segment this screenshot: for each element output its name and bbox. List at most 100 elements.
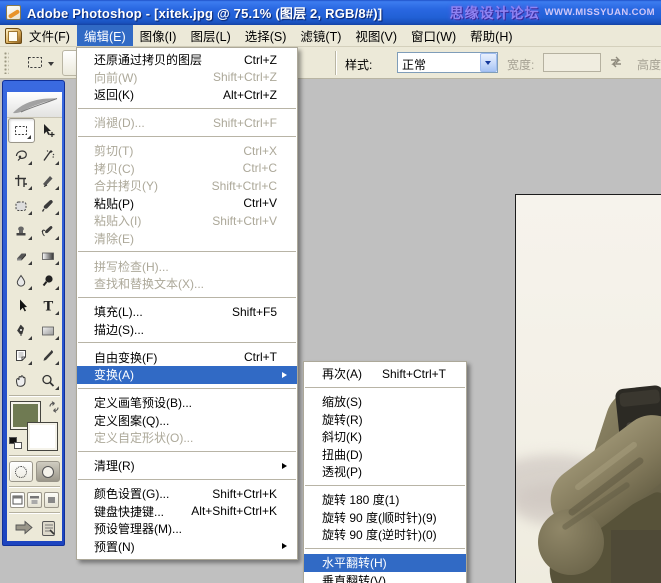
background-color-swatch[interactable] bbox=[27, 422, 58, 451]
menu-item[interactable]: 返回(K) Alt+Ctrl+Z bbox=[77, 86, 297, 104]
menu-bar-item[interactable]: 图像(I) bbox=[133, 25, 184, 46]
submenu-arrow-icon bbox=[277, 354, 291, 360]
style-label: 样式: bbox=[345, 58, 373, 72]
menu-item[interactable]: 定义画笔预设(B)... bbox=[77, 394, 297, 412]
submenu-arrow-icon bbox=[446, 560, 460, 566]
menu-item[interactable]: 清除(E) bbox=[77, 230, 297, 248]
tool-shape[interactable] bbox=[35, 318, 62, 343]
standard-screen-mode-button[interactable] bbox=[10, 492, 25, 508]
tool-blur[interactable] bbox=[8, 268, 35, 293]
default-colors-icon[interactable] bbox=[9, 437, 22, 449]
submenu-arrow-icon bbox=[446, 577, 460, 583]
menu-item[interactable]: 定义自定形状(O)... bbox=[77, 429, 297, 447]
menu-separator bbox=[77, 247, 297, 258]
menu-item[interactable]: 拷贝(C) Ctrl+C bbox=[77, 160, 297, 178]
submenu-arrow-icon bbox=[277, 218, 291, 224]
menu-item[interactable]: 垂直翻转(V) bbox=[304, 572, 466, 583]
menu-item[interactable]: 水平翻转(H) bbox=[304, 554, 466, 572]
menu-item[interactable]: 颜色设置(G)... Shift+Ctrl+K bbox=[77, 485, 297, 503]
menu-item[interactable]: 键盘快捷键... Alt+Shift+Ctrl+K bbox=[77, 503, 297, 521]
submenu-arrow-icon bbox=[446, 514, 460, 520]
tool-clone-stamp[interactable] bbox=[8, 218, 35, 243]
menu-item[interactable]: 再次(A) Shift+Ctrl+T bbox=[304, 365, 466, 383]
tool-rectangular-marquee[interactable] bbox=[7, 118, 35, 143]
style-select[interactable]: 正常 bbox=[397, 52, 498, 73]
menu-bar-item[interactable]: 滤镜(T) bbox=[293, 25, 348, 46]
tool-healing-brush[interactable] bbox=[8, 193, 35, 218]
menu-item[interactable]: 旋转 90 度(顺时针)(9) bbox=[304, 509, 466, 527]
fullscreen-menubar-mode-button[interactable] bbox=[27, 492, 42, 508]
tool-slice[interactable] bbox=[35, 168, 62, 193]
menu-item[interactable]: 透视(P) bbox=[304, 463, 466, 481]
menu-item[interactable]: 定义图案(Q)... bbox=[77, 412, 297, 430]
menu-item[interactable]: 自由变换(F) Ctrl+T bbox=[77, 349, 297, 367]
fullscreen-mode-button[interactable] bbox=[44, 492, 59, 508]
menu-item[interactable]: 旋转(R) bbox=[304, 411, 466, 429]
menu-item[interactable]: 预置(N) bbox=[77, 538, 297, 556]
menu-item[interactable]: 缩放(S) bbox=[304, 393, 466, 411]
swap-colors-icon[interactable] bbox=[47, 400, 61, 414]
tool-history-brush[interactable] bbox=[35, 218, 62, 243]
tool-preset-arrow-icon[interactable] bbox=[48, 62, 54, 66]
tool-crop[interactable] bbox=[8, 168, 35, 193]
submenu-arrow-icon bbox=[277, 200, 291, 206]
menu-item[interactable]: 还原通过拷贝的图层 Ctrl+Z bbox=[77, 51, 297, 69]
submenu-arrow-icon bbox=[446, 416, 460, 422]
standard-mode-button[interactable] bbox=[9, 461, 33, 482]
menu-bar-item[interactable]: 视图(V) bbox=[348, 25, 404, 46]
menu-item[interactable]: 斜切(K) bbox=[304, 428, 466, 446]
tool-pen[interactable] bbox=[8, 318, 35, 343]
menu-item[interactable]: 填充(L)... Shift+F5 bbox=[77, 303, 297, 321]
height-label: 高度 bbox=[637, 58, 661, 72]
tool-lasso[interactable] bbox=[8, 143, 35, 168]
menu-item[interactable]: 粘贴入(I) Shift+Ctrl+V bbox=[77, 212, 297, 230]
tool-zoom[interactable] bbox=[35, 368, 62, 393]
tool-notes[interactable] bbox=[8, 343, 35, 368]
tool-gradient[interactable] bbox=[35, 243, 62, 268]
menu-bar-item[interactable]: 图层(L) bbox=[183, 25, 237, 46]
tool-type[interactable]: T bbox=[35, 293, 62, 318]
submenu-arrow-icon bbox=[277, 371, 291, 378]
active-tool-button[interactable] bbox=[24, 52, 46, 74]
menu-separator bbox=[77, 338, 297, 349]
swap-dimensions-icon[interactable] bbox=[608, 56, 624, 68]
menu-item[interactable]: 旋转 180 度(1) bbox=[304, 491, 466, 509]
submenu-arrow-icon bbox=[277, 435, 291, 441]
quick-mask-mode-button[interactable] bbox=[36, 461, 60, 482]
tool-magic-wand[interactable] bbox=[35, 143, 62, 168]
tool-dodge[interactable] bbox=[35, 268, 62, 293]
menu-bar-item[interactable]: 选择(S) bbox=[238, 25, 294, 46]
menu-item[interactable]: 预设管理器(M)... bbox=[77, 520, 297, 538]
submenu-arrow-icon bbox=[446, 451, 460, 457]
jump-arrow-icon[interactable] bbox=[14, 519, 38, 537]
menu-item[interactable]: 清理(R) bbox=[77, 457, 297, 475]
combo-dropdown-icon[interactable] bbox=[480, 53, 497, 72]
tool-path-selection[interactable] bbox=[8, 293, 35, 318]
menu-item[interactable]: 合并拷贝(Y) Shift+Ctrl+C bbox=[77, 177, 297, 195]
menu-item[interactable]: 拼写检查(H)... bbox=[77, 258, 297, 276]
tool-brush[interactable] bbox=[35, 193, 62, 218]
menu-bar-item[interactable]: 帮助(H) bbox=[463, 25, 519, 46]
edit-in-imageready-icon[interactable] bbox=[41, 520, 56, 537]
menu-bar-item[interactable]: 编辑(E) bbox=[76, 25, 133, 46]
menu-item[interactable]: 向前(W) Shift+Ctrl+Z bbox=[77, 69, 297, 87]
menu-item[interactable]: 旋转 90 度(逆时针)(0) bbox=[304, 526, 466, 544]
menu-item[interactable]: 扭曲(D) bbox=[304, 446, 466, 464]
options-bar-grip[interactable] bbox=[4, 52, 9, 74]
watermark-site-name: 思缘设计论坛 bbox=[449, 4, 540, 21]
tool-move[interactable] bbox=[35, 118, 62, 143]
tool-hand[interactable] bbox=[8, 368, 35, 393]
tool-eraser[interactable] bbox=[8, 243, 35, 268]
menu-item[interactable]: 变换(A) bbox=[77, 366, 297, 384]
menu-bar-item[interactable]: 窗口(W) bbox=[404, 25, 463, 46]
menu-bar-item[interactable]: 文件(F) bbox=[22, 25, 77, 46]
menu-item[interactable]: 粘贴(P) Ctrl+V bbox=[77, 195, 297, 213]
canvas-image[interactable] bbox=[515, 194, 661, 583]
menu-item[interactable]: 消褪(D)... Shift+Ctrl+F bbox=[77, 114, 297, 132]
color-swatches bbox=[7, 399, 62, 453]
menu-item[interactable]: 剪切(T) Ctrl+X bbox=[77, 142, 297, 160]
width-input[interactable] bbox=[543, 53, 601, 72]
tool-eyedropper[interactable] bbox=[35, 343, 62, 368]
menu-item[interactable]: 描边(S)... bbox=[77, 321, 297, 339]
menu-item[interactable]: 查找和替换文本(X)... bbox=[77, 275, 297, 293]
